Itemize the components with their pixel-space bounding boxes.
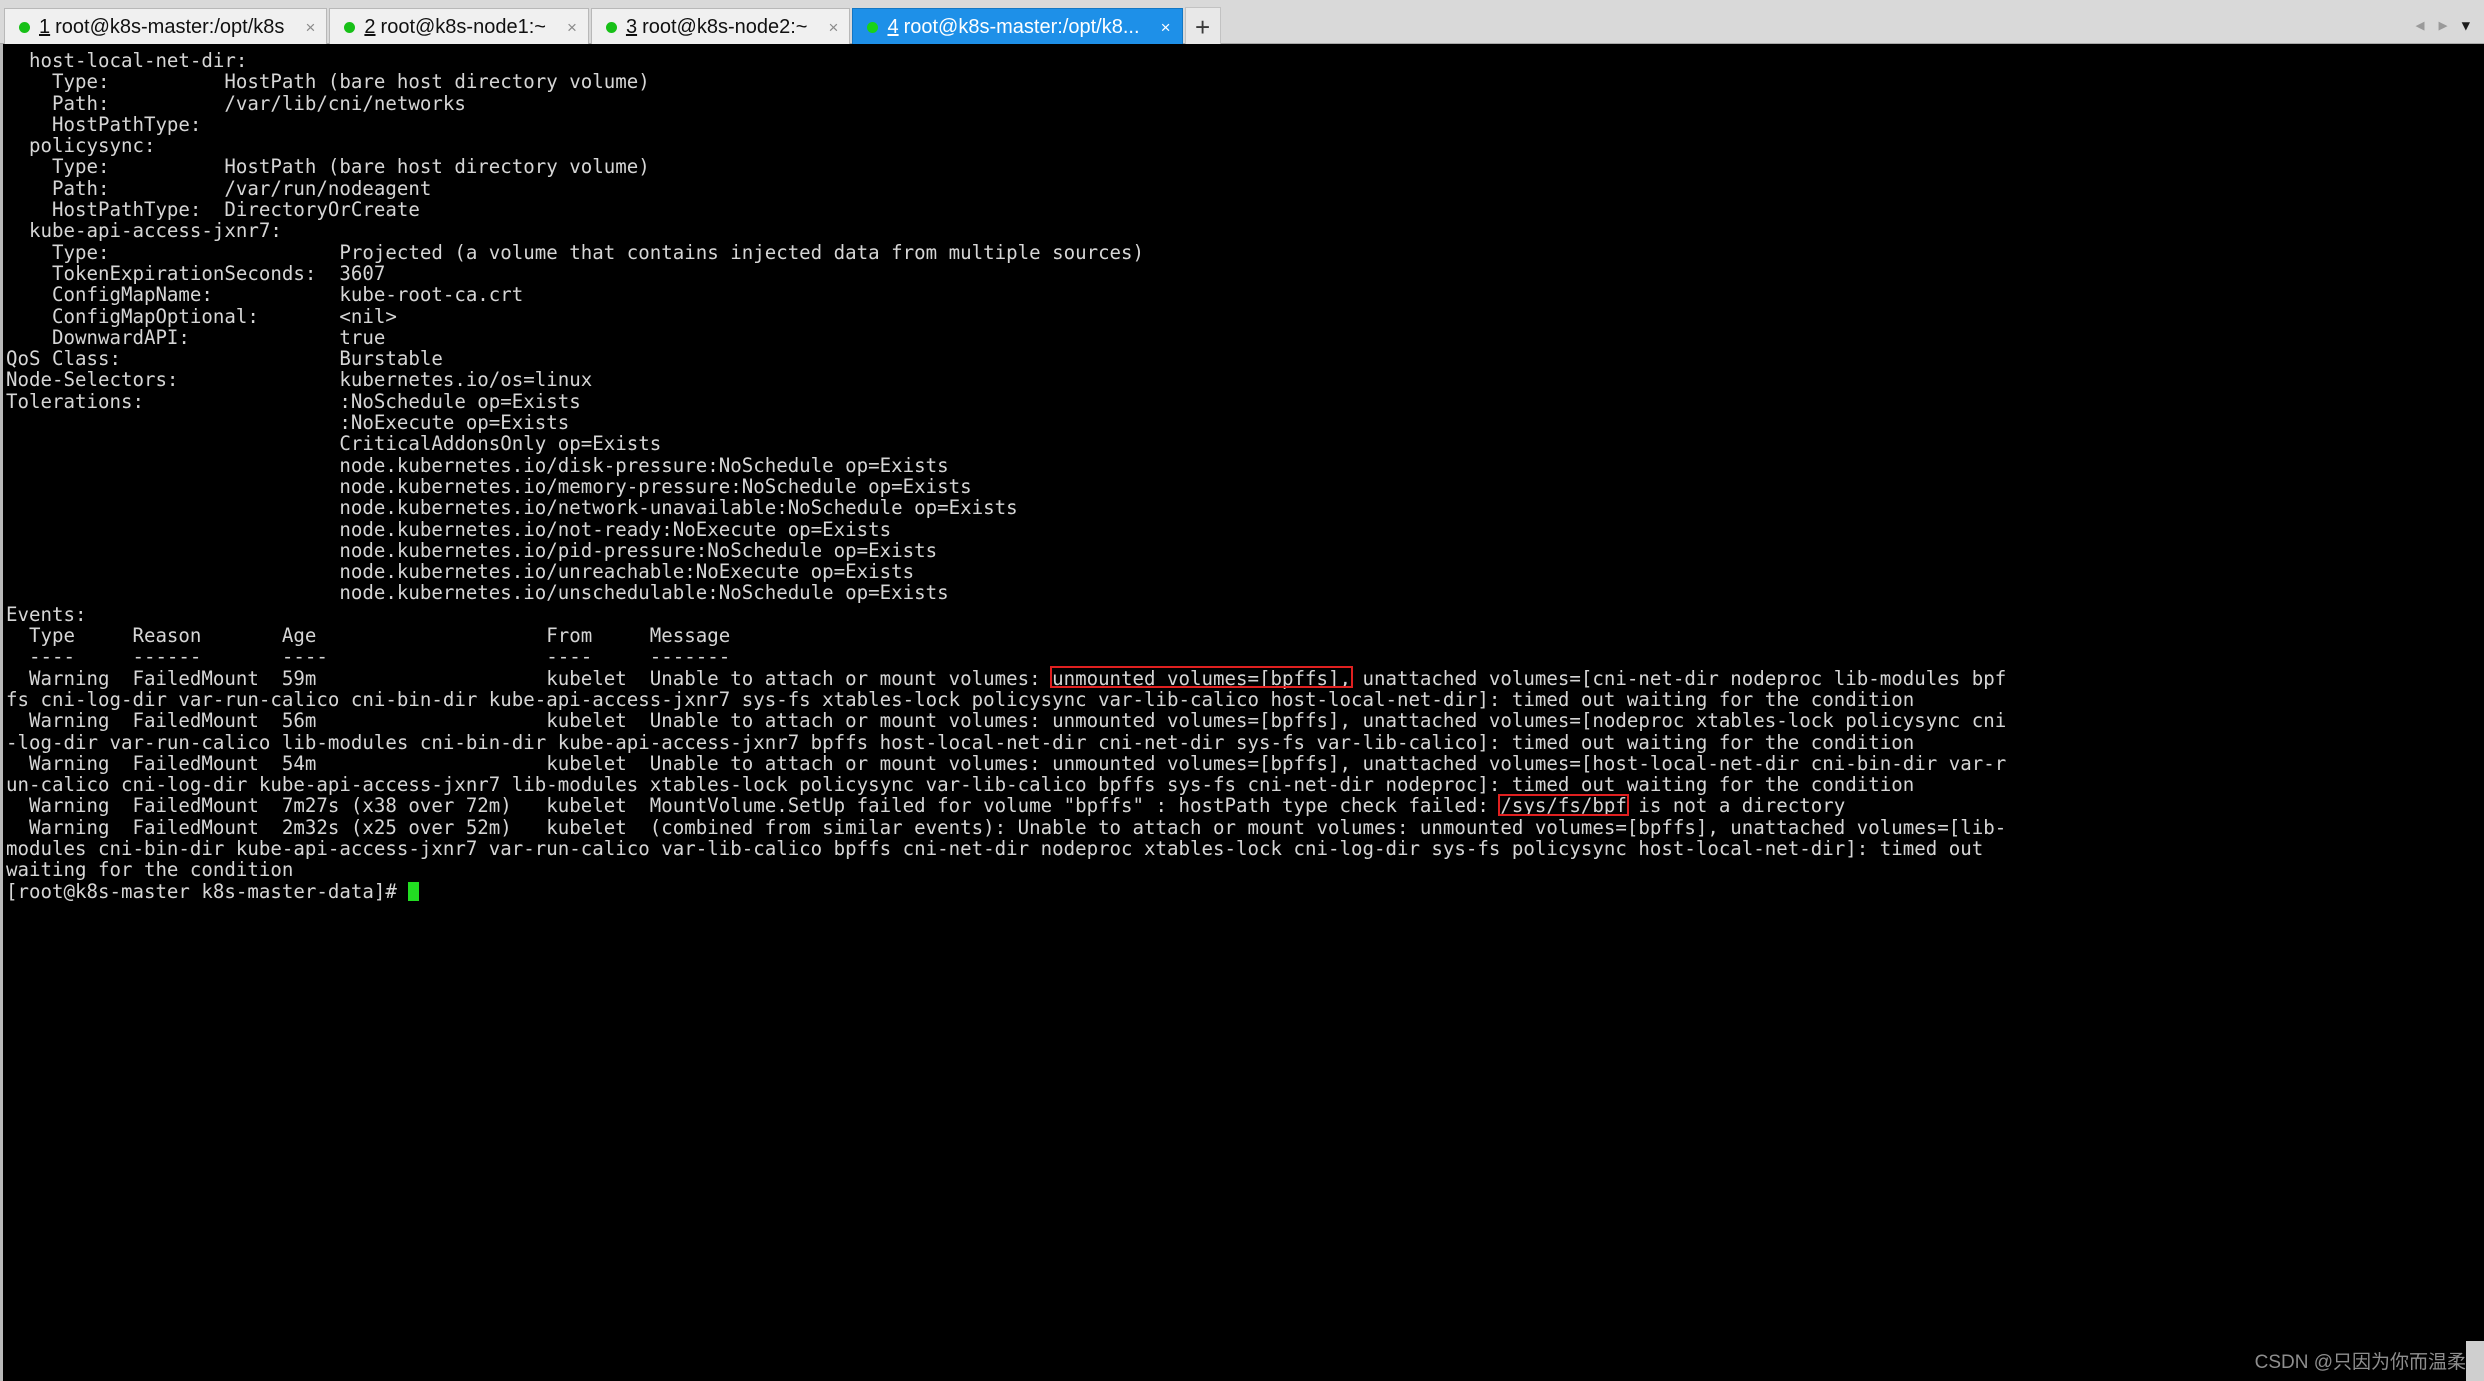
- tab-title-label: root@k8s-master:/opt/k8s: [55, 16, 285, 38]
- tab-status-dot-icon: [605, 22, 617, 33]
- terminal-line: Type: HostPath (bare host directory volu…: [6, 70, 650, 94]
- tab-title-label: root@k8s-master:/opt/k8...: [903, 16, 1140, 38]
- terminal-line: :NoExecute op=Exists: [6, 411, 570, 435]
- terminal-line: Warning FailedMount 56m kubelet Unable t…: [6, 709, 2007, 733]
- terminal-output[interactable]: host-local-net-dir: Type: HostPath (bare…: [0, 44, 2484, 1381]
- terminal-line: Path: /var/lib/cni/networks: [6, 91, 466, 115]
- terminal-line: Warning FailedMount 59m kubelet Unable t…: [6, 666, 2007, 690]
- terminal-line: Warning FailedMount 7m27s (x38 over 72m)…: [6, 794, 1846, 818]
- terminal-line: node.kubernetes.io/unreachable:NoExecute…: [6, 560, 915, 584]
- terminal-line: ConfigMapName: kube-root-ca.crt: [6, 283, 524, 307]
- terminal-line: Warning FailedMount 54m kubelet Unable t…: [6, 751, 2007, 775]
- scroll-right-icon[interactable]: ▶: [2439, 18, 2448, 33]
- terminal-tab-3[interactable]: 3 root@k8s-node2:~ ×: [590, 8, 851, 46]
- tab-status-dot-icon: [19, 22, 30, 33]
- tab-title-label: root@k8s-node1:~: [380, 16, 546, 38]
- terminal-line: HostPathType: DirectoryOrCreate: [6, 198, 420, 222]
- tab-list-dropdown-icon[interactable]: ▼: [2462, 19, 2470, 33]
- tab-index-label: 2: [364, 16, 376, 38]
- tab-close-icon[interactable]: ×: [1156, 18, 1176, 38]
- scrollbar-corner[interactable]: [2466, 1341, 2484, 1381]
- terminal-line: Warning FailedMount 2m32s (x25 over 52m)…: [6, 815, 2007, 839]
- tab-bar: 1 root@k8s-master:/opt/k8s × 2 root@k8s-node…: [0, 0, 2484, 46]
- terminal-cursor: [408, 881, 420, 901]
- watermark-text: CSDN @只因为你而温柔: [2254, 1351, 2466, 1373]
- tab-index-label: 4: [887, 16, 899, 38]
- terminal-line: -log-dir var-run-calico lib-modules cni-…: [6, 730, 1915, 754]
- terminal-line: node.kubernetes.io/disk-pressure:NoSched…: [6, 453, 949, 477]
- terminal-line: fs cni-log-dir var-run-calico cni-bin-di…: [6, 687, 1915, 711]
- tab-status-dot-icon: [344, 22, 356, 33]
- tab-status-dot-icon: [867, 22, 879, 33]
- scroll-left-icon[interactable]: ◀: [2416, 18, 2425, 33]
- tab-close-icon[interactable]: ×: [823, 18, 843, 38]
- terminal-line: node.kubernetes.io/not-ready:NoExecute o…: [6, 517, 892, 541]
- terminal-line: HostPathType:: [6, 112, 225, 136]
- terminal-line: TokenExpirationSeconds: 3607: [6, 261, 386, 285]
- terminal-line: Node-Selectors: kubernetes.io/os=linux: [6, 368, 593, 392]
- terminal-line: host-local-net-dir:: [6, 49, 248, 72]
- new-tab-button[interactable]: +: [1184, 7, 1221, 46]
- terminal-line: node.kubernetes.io/pid-pressure:NoSchedu…: [6, 538, 938, 562]
- terminal-line: ConfigMapOptional: <nil>: [6, 304, 397, 328]
- terminal-line: node.kubernetes.io/unschedulable:NoSched…: [6, 581, 949, 605]
- terminal-line: kube-api-access-jxnr7:: [6, 219, 282, 243]
- tab-title-label: root@k8s-node2:~: [642, 16, 808, 38]
- terminal-line: ---- ------ ---- ---- -------: [6, 645, 731, 669]
- terminal-line: node.kubernetes.io/network-unavailable:N…: [6, 496, 1018, 520]
- terminal-tab-1[interactable]: 1 root@k8s-master:/opt/k8s ×: [4, 8, 328, 46]
- terminal-line: Events:: [6, 602, 87, 626]
- terminal-line: policysync:: [6, 134, 156, 158]
- terminal-left-edge: [0, 44, 3, 1381]
- tabs-container: 1 root@k8s-master:/opt/k8s × 2 root@k8s-node…: [4, 5, 1185, 46]
- terminal-line: node.kubernetes.io/memory-pressure:NoSch…: [6, 474, 972, 498]
- tab-bar-nav: ◀ ▶ ▼: [2416, 18, 2484, 43]
- terminal-line: QoS Class: Burstable: [6, 347, 443, 371]
- terminal-lines: host-local-net-dir: Type: HostPath (bare…: [6, 50, 2484, 902]
- terminal-line: Type: HostPath (bare host directory volu…: [6, 155, 650, 179]
- tab-index-label: 1: [39, 16, 51, 38]
- terminal-line: Tolerations: :NoSchedule op=Exists: [6, 389, 581, 413]
- tab-index-label: 3: [625, 16, 638, 38]
- terminal-line: modules cni-bin-dir kube-api-access-jxnr…: [6, 836, 1984, 860]
- terminal-line: Type: Projected (a volume that contains …: [6, 240, 1145, 264]
- terminal-line: DownwardAPI: true: [6, 325, 386, 349]
- terminal-line: waiting for the condition: [6, 858, 294, 882]
- terminal-line: [root@k8s-master k8s-master-data]#: [6, 880, 2484, 902]
- terminal-line: Path: /var/run/nodeagent: [6, 176, 432, 200]
- terminal-tab-4[interactable]: 4 root@k8s-master:/opt/k8... ×: [852, 8, 1183, 46]
- tab-close-icon[interactable]: ×: [300, 18, 320, 38]
- terminal-tab-2[interactable]: 2 root@k8s-node1:~ ×: [329, 8, 589, 46]
- terminal-line: Type Reason Age From Message: [6, 624, 731, 648]
- terminal-line: un-calico cni-log-dir kube-api-access-jx…: [6, 773, 1915, 797]
- terminal-line: CriticalAddonsOnly op=Exists: [6, 432, 662, 456]
- tab-close-icon[interactable]: ×: [562, 18, 582, 38]
